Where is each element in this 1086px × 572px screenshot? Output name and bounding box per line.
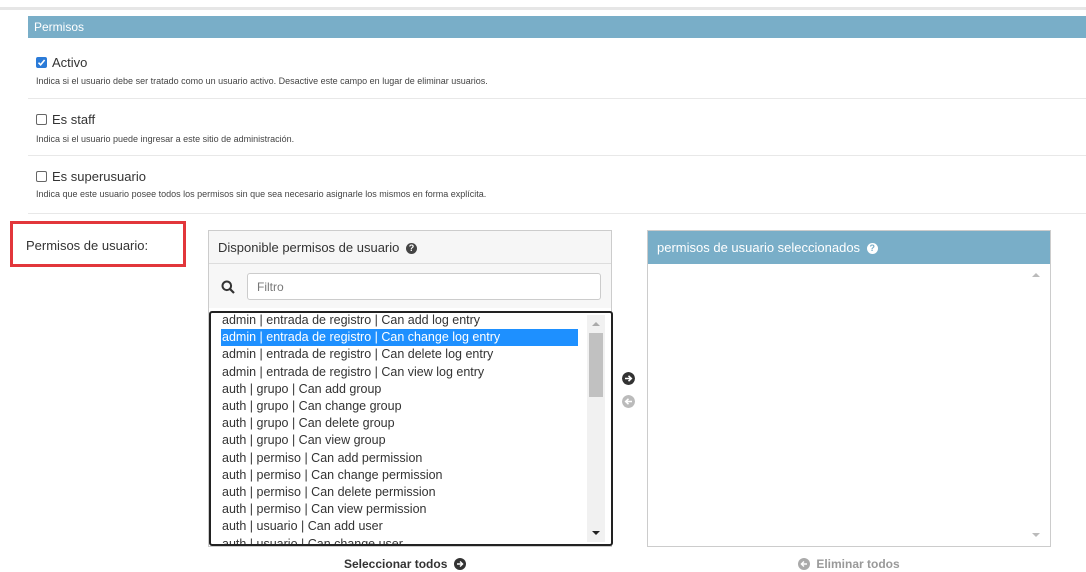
arrow-left-circle-icon[interactable] [622,395,635,408]
permission-option[interactable]: auth | usuario | Can add user [221,518,384,535]
scroll-up-arrow-icon[interactable] [1028,269,1044,281]
permission-option[interactable]: admin | entrada de registro | Can change… [221,329,578,347]
staff-checkbox-label[interactable]: Es staff [36,112,95,127]
available-permissions-box: Disponible permisos de usuario ? admin |… [208,230,613,547]
superuser-checkbox-label[interactable]: Es superusuario [36,169,146,184]
checkbox-empty-icon[interactable] [36,171,47,182]
scroll-down-arrow-icon[interactable] [587,526,605,540]
available-permissions-select[interactable]: admin | entrada de registro | Can add lo… [209,311,613,546]
activo-label: Activo [52,55,88,70]
chosen-title-text: permisos de usuario seleccionados [657,240,861,255]
permission-option[interactable]: admin | entrada de registro | Can add lo… [221,313,481,329]
scroll-up-arrow-icon[interactable] [587,317,605,331]
chosen-scrollbar[interactable] [1028,269,1044,541]
field-row-activo: Activo Indica si el usuario debe ser tra… [28,38,1086,99]
list-scrollbar[interactable] [587,315,605,542]
filter-row [209,264,611,308]
staff-help-text: Indica si el usuario puede ingresar a es… [36,134,295,144]
permission-option[interactable]: auth | usuario | Can change user [221,536,404,544]
superuser-help-text: Indica que este usuario posee todos los … [36,189,487,199]
permission-option[interactable]: auth | grupo | Can add group [221,381,382,398]
available-title-text: Disponible permisos de usuario [218,240,400,255]
scroll-down-arrow-icon[interactable] [1028,529,1044,541]
filter-input[interactable] [247,273,601,300]
arrow-left-circle-icon [798,558,810,570]
search-icon [221,280,235,294]
remove-all-label: Eliminar todos [816,557,900,571]
staff-label: Es staff [52,112,96,127]
permission-option[interactable]: admin | entrada de registro | Can delete… [221,346,494,363]
choose-all-label: Seleccionar todos [344,557,448,571]
activo-checkbox-label[interactable]: Activo [36,55,87,70]
superuser-label: Es superusuario [52,169,146,184]
user-permissions-label: Permisos de usuario: [26,238,149,253]
chosen-permissions-title: permisos de usuario seleccionados ? [648,231,1050,264]
field-row-superuser: Es superusuario Indica que este usuario … [28,156,1086,214]
permission-option[interactable]: auth | permiso | Can view permission [221,501,428,518]
permission-option[interactable]: auth | permiso | Can change permission [221,467,444,484]
chosen-permissions-box: permisos de usuario seleccionados ? [647,230,1051,547]
arrow-right-circle-icon[interactable] [622,372,635,385]
permission-option[interactable]: auth | grupo | Can delete group [221,415,396,432]
permission-option[interactable]: auth | permiso | Can add permission [221,450,423,467]
fieldset-title: Permisos [34,20,85,34]
permission-option[interactable]: admin | entrada de registro | Can view l… [221,364,485,381]
top-divider [0,7,1086,10]
available-permissions-title: Disponible permisos de usuario ? [209,231,611,264]
scrollbar-thumb[interactable] [589,333,603,397]
permission-option[interactable]: auth | grupo | Can view group [221,432,387,449]
checkbox-checked-icon[interactable] [36,57,47,68]
fieldset-header: Permisos [28,16,1086,38]
permission-option[interactable]: auth | grupo | Can change group [221,398,403,415]
choose-all-link[interactable]: Seleccionar todos [344,557,466,571]
arrow-right-circle-icon [453,558,466,570]
checkbox-empty-icon[interactable] [36,114,47,125]
help-icon[interactable]: ? [406,243,417,254]
remove-all-link[interactable]: Eliminar todos [798,557,900,571]
field-row-staff: Es staff Indica si el usuario puede ingr… [28,99,1086,156]
help-icon[interactable]: ? [866,243,878,254]
permission-option[interactable]: auth | permiso | Can delete permission [221,484,437,501]
activo-help-text: Indica si el usuario debe ser tratado co… [36,76,488,86]
